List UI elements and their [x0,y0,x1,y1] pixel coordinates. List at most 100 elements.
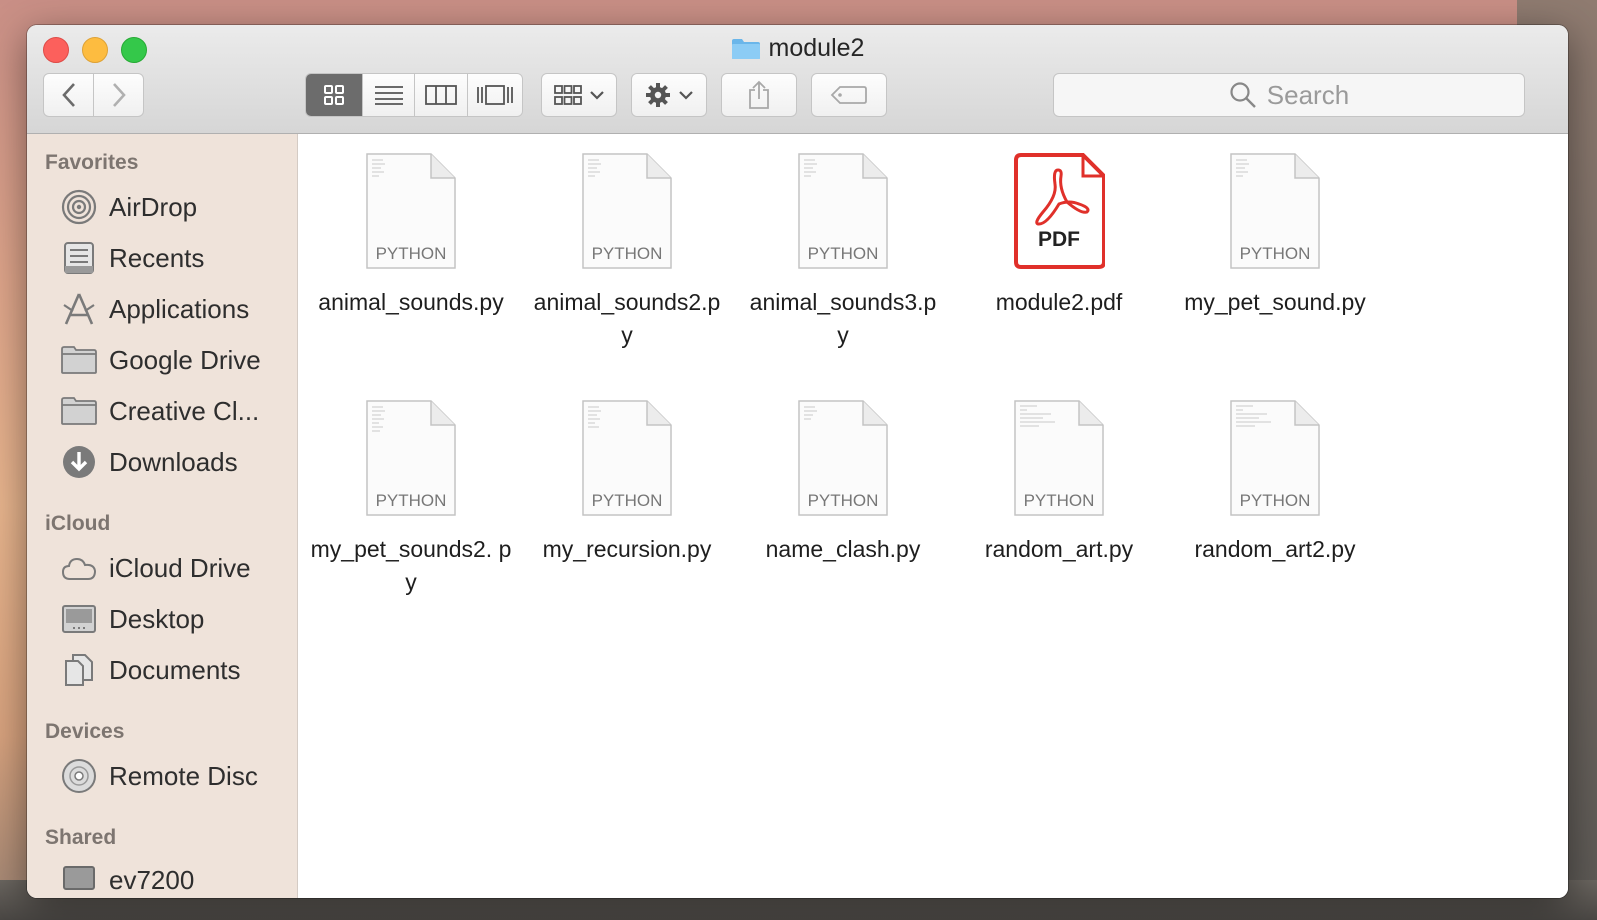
python-file-icon: PYTHON [1229,399,1321,517]
file-item[interactable]: PYTHON name_clash.py [738,399,948,566]
file-item[interactable]: PYTHON animal_sounds2.p y [522,152,732,352]
back-button[interactable] [43,73,94,117]
file-kind-label: PDF [1038,228,1080,251]
file-kind-label: PYTHON [1023,491,1095,510]
arrange-button[interactable] [541,73,617,117]
search-icon [1230,82,1256,108]
python-file-icon: PYTHON [1013,399,1105,517]
sidebar-item-label: Google Drive [109,344,261,375]
cloud-icon [61,550,97,586]
file-kind-label: PYTHON [807,244,879,263]
sidebar-item-label: Creative Cl... [109,395,260,426]
list-view-button[interactable] [362,74,416,116]
sidebar-item-applications[interactable]: Applications [61,287,249,331]
window-title-text: module2 [768,34,865,62]
sidebar-item-downloads[interactable]: Downloads [61,440,238,484]
folder-icon [61,342,97,378]
title-bar: module2 Search [27,25,1568,134]
sidebar-heading-devices: Devices [45,720,125,743]
sidebar-heading-shared: Shared [45,826,117,849]
folder-icon [731,38,761,60]
airdrop-icon [61,189,97,225]
python-file-icon: PYTHON [797,152,889,270]
file-name: animal_sounds.py [318,289,504,315]
desktop-icon [61,601,97,637]
sidebar-item-label: Downloads [109,446,238,477]
python-file-icon: PYTHON [797,399,889,517]
sidebar-item-label: Recents [109,242,205,273]
sidebar-item-airdrop[interactable]: AirDrop [61,185,197,229]
sidebar-item-ev7200[interactable]: ev7200 [61,858,194,898]
file-item[interactable]: PYTHON animal_sounds3.p y [738,152,948,352]
file-item[interactable]: PYTHON my_pet_sound.py [1170,152,1380,319]
file-item[interactable]: PYTHON my_recursion.py [522,399,732,566]
sidebar-item-google-drive[interactable]: Google Drive [61,338,261,382]
sidebar: Favorites AirDrop Recents Applications G… [27,134,298,898]
python-file-icon: PYTHON [581,399,673,517]
file-item[interactable]: PYTHON animal_sounds.py [306,152,516,319]
sidebar-item-documents[interactable]: Documents [61,648,241,692]
chevron-right-icon [112,83,126,107]
sidebar-item-icloud-drive[interactable]: iCloud Drive [61,546,251,590]
disc-icon [61,758,97,794]
file-item[interactable]: PYTHON random_art2.py [1170,399,1380,566]
python-file-icon: PYTHON [365,399,457,517]
file-item[interactable]: PYTHON random_art.py [954,399,1164,566]
sidebar-item-label: Remote Disc [109,760,258,791]
sidebar-item-recents[interactable]: Recents [61,236,204,280]
sidebar-item-desktop[interactable]: Desktop [61,597,204,641]
tag-icon [830,86,867,104]
file-kind-label: PYTHON [591,244,663,263]
tags-button[interactable] [811,73,887,117]
file-kind-label: PYTHON [375,491,447,510]
window-title: module2 [27,34,1568,67]
file-kind-label: PYTHON [807,491,879,510]
chevron-down-icon [590,91,604,100]
file-name: random_art.py [984,536,1134,562]
applications-icon [61,291,97,327]
file-kind-label: PYTHON [375,244,447,263]
column-view-button[interactable] [415,74,469,116]
sidebar-heading-icloud: iCloud [45,512,111,535]
documents-icon [61,652,97,688]
share-button[interactable] [721,73,797,117]
file-item[interactable]: PYTHON my_pet_sounds2. py [306,399,516,599]
file-name: animal_sounds3.p y [749,289,937,348]
search-placeholder: Search [1266,79,1350,110]
chevron-down-icon [679,91,693,100]
file-name: module2.pdf [995,289,1123,315]
sidebar-heading-favorites: Favorites [45,151,139,174]
list-icon [374,86,403,105]
file-name: animal_sounds2.p y [533,289,721,348]
sidebar-item-label: ev7200 [109,864,195,895]
file-item[interactable]: PDF module2.pdf [954,152,1164,319]
gear-icon [646,83,670,107]
chevron-left-icon [61,83,75,107]
search-field[interactable]: Search [1053,73,1525,117]
sidebar-item-label: Desktop [109,603,205,634]
file-kind-label: PYTHON [1239,244,1311,263]
sidebar-item-remote-disc[interactable]: Remote Disc [61,754,258,798]
folder-icon [61,393,97,429]
share-icon [749,80,769,109]
sidebar-item-label: iCloud Drive [109,552,251,583]
action-button[interactable] [631,73,707,117]
view-mode-control [305,73,523,117]
cover-flow-view-button[interactable] [468,74,522,116]
forward-button[interactable] [93,73,144,117]
group-icon [554,85,582,105]
columns-icon [425,85,458,105]
python-file-icon: PYTHON [1229,152,1321,270]
icon-view-button[interactable] [306,74,363,116]
file-name: name_clash.py [765,536,921,562]
sidebar-item-label: Documents [109,654,241,685]
file-name: my_pet_sounds2. py [310,536,512,595]
file-name: my_recursion.py [542,536,712,562]
downloads-icon [61,444,97,480]
cover-flow-icon [477,85,514,105]
sidebar-item-label: AirDrop [109,191,198,222]
file-kind-label: PYTHON [1239,491,1311,510]
python-file-icon: PYTHON [365,152,457,270]
finder-window: module2 Search Favorites AirDrop Recents… [27,25,1568,898]
sidebar-item-creative-cloud[interactable]: Creative Cl... [61,389,259,433]
